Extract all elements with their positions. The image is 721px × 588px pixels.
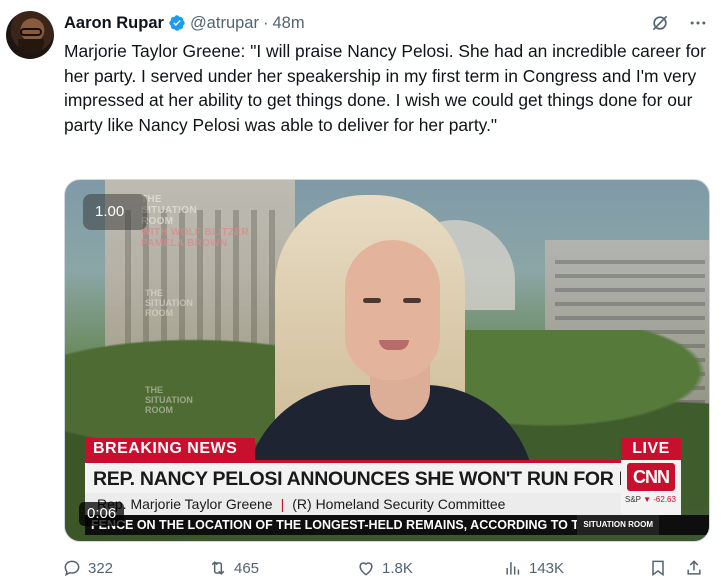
cnn-logo: CNN (627, 463, 675, 491)
news-crawl: FENCE ON THE LOCATION OF THE LONGEST-HEL… (85, 515, 709, 535)
speaker-face (345, 240, 440, 380)
crawl-tag: SITUATION ROOM (577, 515, 659, 535)
speaker-mouth (379, 340, 409, 350)
bookmark-button[interactable] (648, 558, 668, 578)
like-icon (359, 562, 373, 576)
grok-icon[interactable] (649, 12, 671, 34)
author-handle[interactable]: @atrupar (190, 14, 259, 33)
news-subline: Rep. Marjorie Taylor Greene | (R) Homeland… (85, 493, 621, 515)
show-logo-line: THE (145, 288, 163, 298)
share-icon (687, 560, 701, 575)
like-button[interactable]: 1.8K (356, 558, 413, 578)
ticker-label: S&P (625, 495, 641, 504)
video-player[interactable]: THE SITUATION ROOM WITH WOLF BLITZER PAM… (64, 179, 710, 542)
verified-badge-icon[interactable] (168, 14, 186, 32)
breaking-news-label: BREAKING NEWS (85, 438, 255, 460)
show-logo-line: SITUATION (145, 395, 193, 405)
show-logo-line: ROOM (145, 308, 173, 318)
show-logo-reflection: THE SITUATION ROOM (145, 288, 193, 318)
repost-count: 465 (234, 559, 260, 577)
views-icon (506, 562, 520, 575)
tweet-text: Marjorie Taylor Greene: "I will praise N… (64, 41, 711, 135)
reply-button[interactable]: 322 (62, 558, 113, 578)
news-headline: REP. NANCY PELOSI ANNOUNCES SHE WON'T RU… (85, 460, 621, 493)
like-count: 1.8K (382, 559, 413, 577)
show-logo-line: ROOM (145, 405, 173, 415)
author-name[interactable]: Aaron Rupar (64, 14, 164, 33)
crawl-text: FENCE ON THE LOCATION OF THE LONGEST-HEL… (91, 518, 625, 532)
tweet-timestamp[interactable]: 48m (272, 14, 304, 33)
tweet-actions: 322 465 1.8K 143K (62, 558, 711, 586)
avatar-beard (18, 39, 44, 55)
network-box: CNN S&P ▼ -62.63 (621, 460, 681, 515)
guest-role: (R) Homeland Security Committee (292, 496, 506, 512)
show-logo-line: THE (145, 385, 163, 395)
avatar-glasses (20, 28, 42, 36)
bookmark-icon (652, 560, 664, 577)
repost-button[interactable]: 465 (208, 558, 259, 578)
speaker-eye (363, 298, 381, 303)
header-actions (649, 12, 709, 34)
reply-count: 322 (88, 559, 114, 577)
playback-speed-button[interactable]: 1.00 (83, 194, 147, 230)
header-separator: · (262, 13, 269, 32)
market-ticker: S&P ▼ -62.63 (625, 495, 676, 504)
more-icon[interactable] (687, 12, 709, 34)
views-count: 143K (529, 559, 565, 577)
share-button[interactable] (684, 558, 704, 578)
reply-icon (64, 560, 80, 577)
show-logo-reflection: THE SITUATION ROOM (145, 385, 193, 415)
tweet[interactable]: Aaron Rupar @atrupar · 48m Marjorie Tayl… (0, 0, 721, 588)
news-lower-third: BREAKING NEWS LIVE REP. NANCY PELOSI ANN… (85, 438, 709, 518)
live-label: LIVE (621, 438, 681, 460)
ticker-value: ▼ -62.63 (643, 495, 676, 504)
show-logo-line: SITUATION (145, 298, 193, 308)
tweet-header: Aaron Rupar @atrupar · 48m (64, 12, 305, 34)
repost-icon (211, 561, 225, 575)
views-button[interactable]: 143K (503, 558, 564, 578)
author-avatar[interactable] (6, 11, 54, 59)
speaker-eye (403, 298, 421, 303)
subline-separator: | (280, 496, 285, 512)
video-elapsed-time: 0:06 (79, 502, 125, 526)
